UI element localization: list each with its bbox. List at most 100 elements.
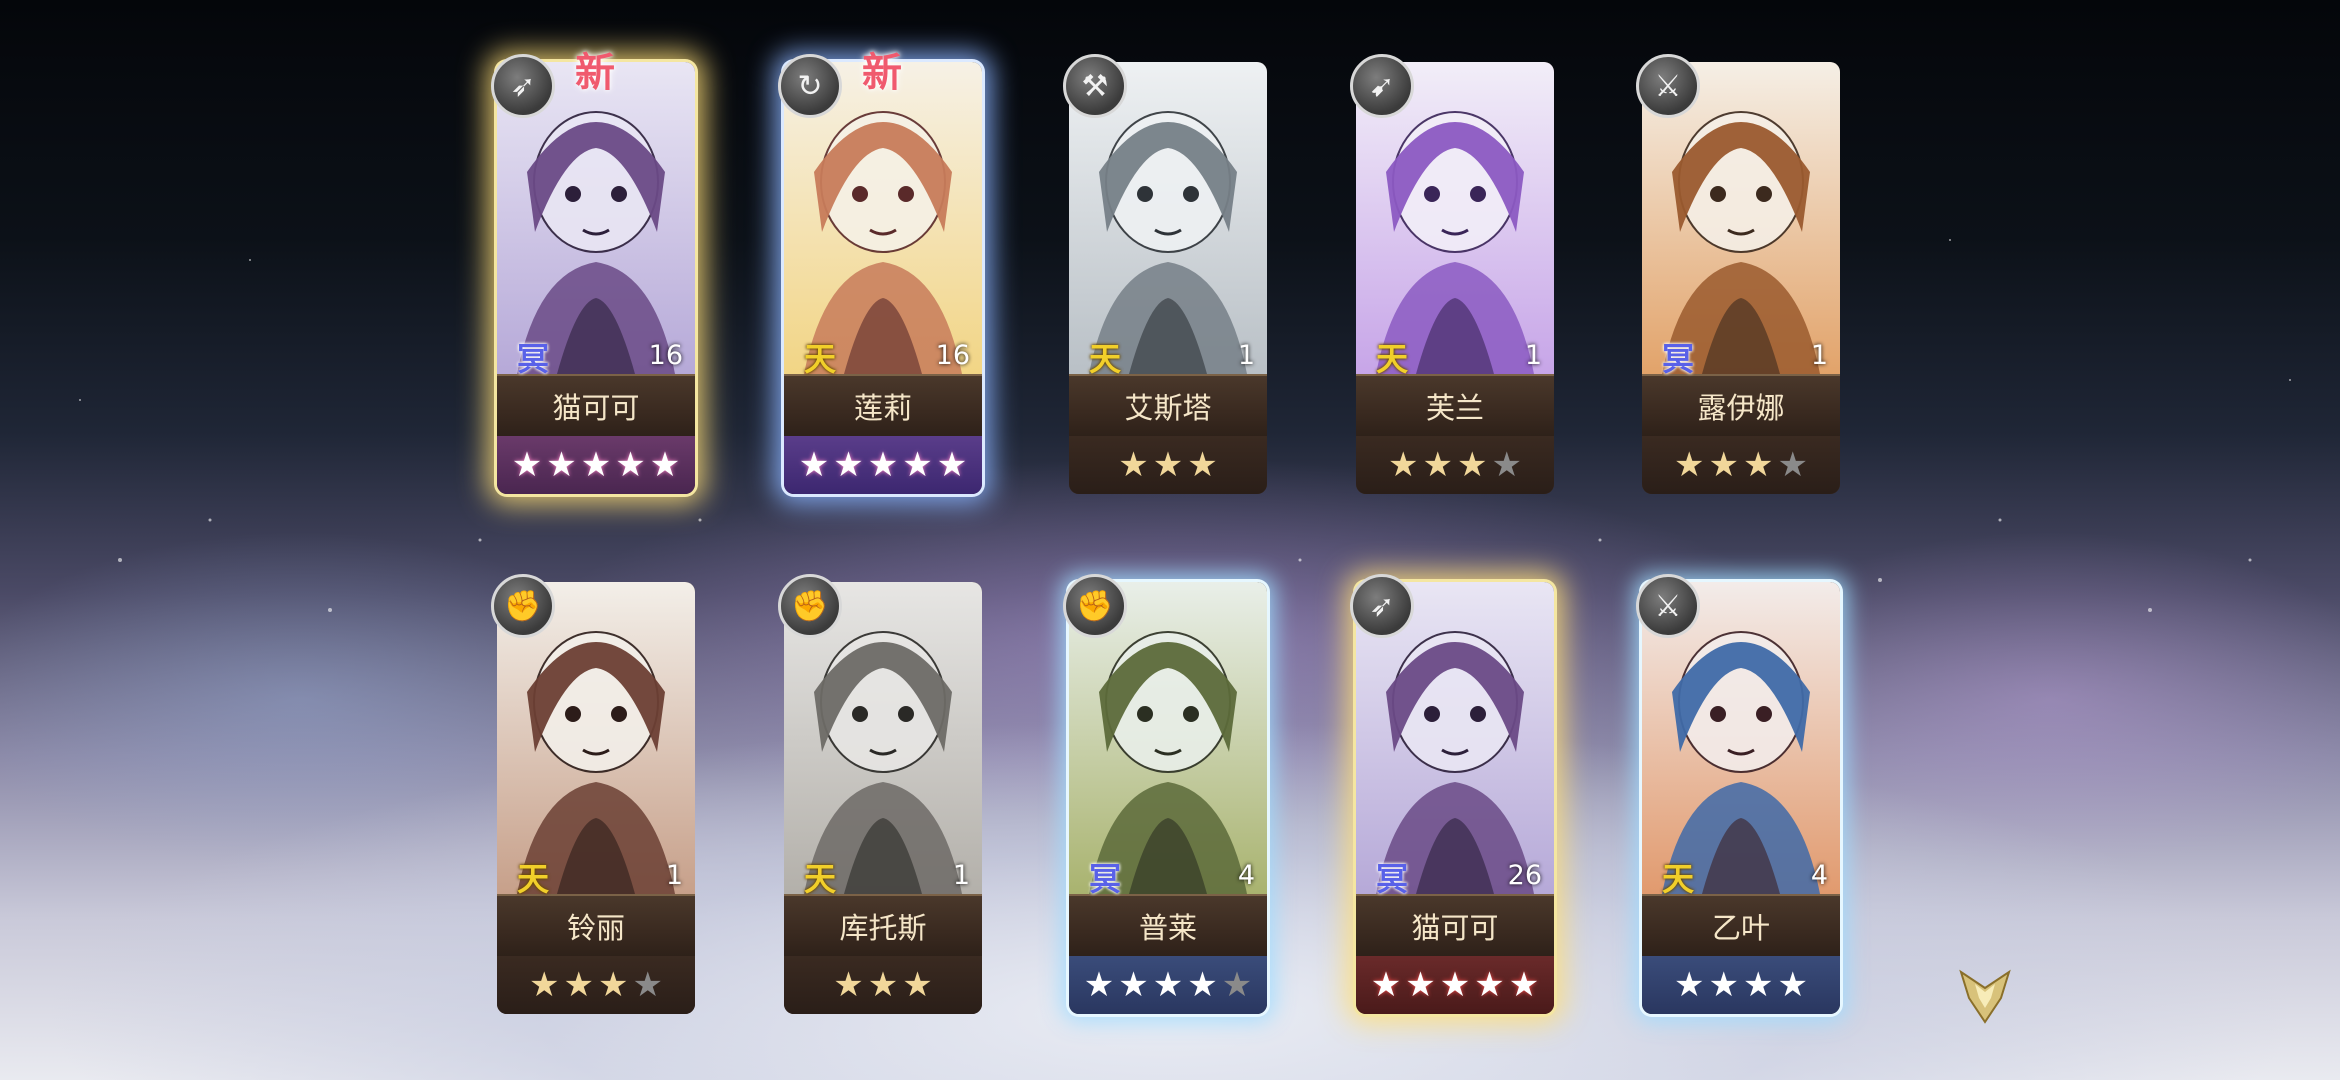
card-frame: 天 1 芙兰 ★ ★ ★ ★ (1356, 62, 1554, 494)
spear-icon: ➹ (1350, 54, 1414, 118)
character-card[interactable]: 冥 26 猫可可 ★ ★ ★ ★ ★ ➶ (1350, 574, 1554, 1014)
star-filled-icon: ★ (563, 965, 594, 1005)
character-card[interactable]: 冥 1 露伊娜 ★ ★ ★ ★ ⚔ (1636, 54, 1840, 494)
card-frame: 冥 1 露伊娜 ★ ★ ★ ★ (1642, 62, 1840, 494)
element-badge: 天 (1089, 340, 1122, 378)
character-card[interactable]: 冥 16 猫可可 ★ ★ ★ ★ ★ ➶ 新 (491, 50, 695, 494)
rarity-stars: ★ ★ ★ ★ (1356, 436, 1554, 494)
rarity-stars: ★ ★ ★ ★ ★ (497, 436, 695, 494)
star-filled-icon: ★ (1674, 965, 1705, 1005)
character-name-bar: 猫可可 (1356, 894, 1554, 958)
star-filled-icon: ★ (936, 445, 968, 485)
star-filled-icon: ★ (1743, 445, 1774, 485)
star-empty-icon: ★ (1221, 965, 1253, 1005)
star-filled-icon: ★ (1187, 445, 1218, 485)
star-filled-icon: ★ (1152, 965, 1184, 1005)
character-name: 艾斯塔 (1124, 391, 1212, 425)
star-filled-icon: ★ (1474, 965, 1505, 1005)
fist-icon: ✊ (778, 574, 842, 638)
character-card[interactable]: 天 1 库托斯 ★ ★ ★ ✊ (778, 574, 982, 1014)
rarity-stars: ★ ★ ★ (784, 956, 982, 1014)
star-filled-icon: ★ (1388, 445, 1419, 485)
star-filled-icon: ★ (1708, 965, 1739, 1005)
character-card[interactable]: 冥 4 普莱 ★ ★ ★ ★ ★ ✊ (1063, 574, 1267, 1014)
card-frame: 冥 4 普莱 ★ ★ ★ ★ ★ (1069, 582, 1267, 1014)
rarity-stars: ★ ★ ★ ★ ★ (784, 436, 982, 494)
axe-icon: ⚒ (1063, 54, 1127, 118)
card-frame: 天 4 乙叶 ★ ★ ★ ★ (1642, 582, 1840, 1014)
star-filled-icon: ★ (1422, 445, 1453, 485)
character-level: 16 (648, 340, 683, 371)
character-card[interactable]: 天 1 芙兰 ★ ★ ★ ★ ➹ (1350, 54, 1554, 494)
element-badge: 冥 (1662, 340, 1695, 378)
star-filled-icon: ★ (1508, 965, 1540, 1005)
rarity-stars: ★ ★ ★ (1069, 436, 1267, 494)
character-name: 莲莉 (853, 391, 912, 425)
character-name: 乙叶 (1711, 911, 1770, 945)
character-name: 芙兰 (1425, 391, 1484, 425)
character-name: 库托斯 (839, 911, 927, 945)
star-filled-icon: ★ (867, 445, 899, 485)
character-name: 猫可可 (552, 391, 640, 425)
character-level: 26 (1507, 860, 1542, 891)
character-level: 4 (1237, 860, 1255, 891)
star-filled-icon: ★ (833, 445, 864, 485)
star-filled-icon: ★ (1674, 445, 1705, 485)
card-frame: 天 1 铃丽 ★ ★ ★ ★ (497, 582, 695, 1014)
character-level: 1 (665, 860, 683, 891)
character-card[interactable]: 天 16 莲莉 ★ ★ ★ ★ ★ ↻ 新 (778, 50, 982, 494)
character-name-bar: 莲莉 (784, 374, 982, 438)
card-frame: 天 16 莲莉 ★ ★ ★ ★ ★ (784, 62, 982, 494)
character-card[interactable]: 天 4 乙叶 ★ ★ ★ ★ ⚔ (1636, 574, 1840, 1014)
rarity-stars: ★ ★ ★ ★ ★ (1069, 956, 1267, 1014)
rarity-stars: ★ ★ ★ ★ ★ (1356, 956, 1554, 1014)
character-name-bar: 猫可可 (497, 374, 695, 438)
star-filled-icon: ★ (833, 965, 864, 1005)
star-filled-icon: ★ (1370, 965, 1402, 1005)
character-level: 4 (1810, 860, 1828, 891)
element-badge: 天 (517, 860, 550, 898)
rarity-stars: ★ ★ ★ ★ (497, 956, 695, 1014)
circle-arrow-icon: ↻ (778, 54, 842, 118)
star-filled-icon: ★ (1152, 445, 1184, 485)
character-level: 1 (1524, 340, 1542, 371)
star-filled-icon: ★ (546, 445, 577, 485)
element-badge: 天 (1662, 860, 1695, 898)
element-badge: 冥 (1089, 860, 1122, 898)
sword-icon: ⚔ (1636, 54, 1700, 118)
card-frame: 天 1 艾斯塔 ★ ★ ★ (1069, 62, 1267, 494)
star-filled-icon: ★ (649, 445, 681, 485)
character-name-bar: 露伊娜 (1642, 374, 1840, 438)
character-level: 1 (1237, 340, 1255, 371)
bow-icon: ➶ (491, 54, 555, 118)
character-card[interactable]: 天 1 铃丽 ★ ★ ★ ★ ✊ (491, 574, 695, 1014)
character-level: 1 (1810, 340, 1828, 371)
star-filled-icon: ★ (902, 965, 933, 1005)
star-filled-icon: ★ (1439, 965, 1471, 1005)
star-filled-icon: ★ (1708, 445, 1739, 485)
fist-icon: ✊ (1063, 574, 1127, 638)
bow-icon: ➶ (1350, 574, 1414, 638)
star-filled-icon: ★ (598, 965, 629, 1005)
rarity-stars: ★ ★ ★ ★ (1642, 436, 1840, 494)
rarity-stars: ★ ★ ★ ★ (1642, 956, 1840, 1014)
card-frame: 冥 26 猫可可 ★ ★ ★ ★ ★ (1356, 582, 1554, 1014)
fist-icon: ✊ (491, 574, 555, 638)
element-badge: 冥 (1376, 860, 1409, 898)
character-name-bar: 艾斯塔 (1069, 374, 1267, 438)
sword-icon: ⚔ (1636, 574, 1700, 638)
star-filled-icon: ★ (1743, 965, 1774, 1005)
star-filled-icon: ★ (1777, 965, 1808, 1005)
character-name: 普莱 (1138, 911, 1197, 945)
character-name: 露伊娜 (1697, 391, 1785, 425)
star-empty-icon: ★ (1777, 445, 1808, 485)
element-badge: 天 (804, 340, 837, 378)
star-filled-icon: ★ (867, 965, 899, 1005)
menu-emblem-icon[interactable] (1953, 964, 2017, 1028)
star-filled-icon: ★ (1083, 965, 1115, 1005)
character-level: 16 (935, 340, 970, 371)
character-level: 1 (952, 860, 970, 891)
character-card[interactable]: 天 1 艾斯塔 ★ ★ ★ ⚒ (1063, 54, 1267, 494)
star-filled-icon: ★ (615, 445, 646, 485)
character-name-bar: 普莱 (1069, 894, 1267, 958)
